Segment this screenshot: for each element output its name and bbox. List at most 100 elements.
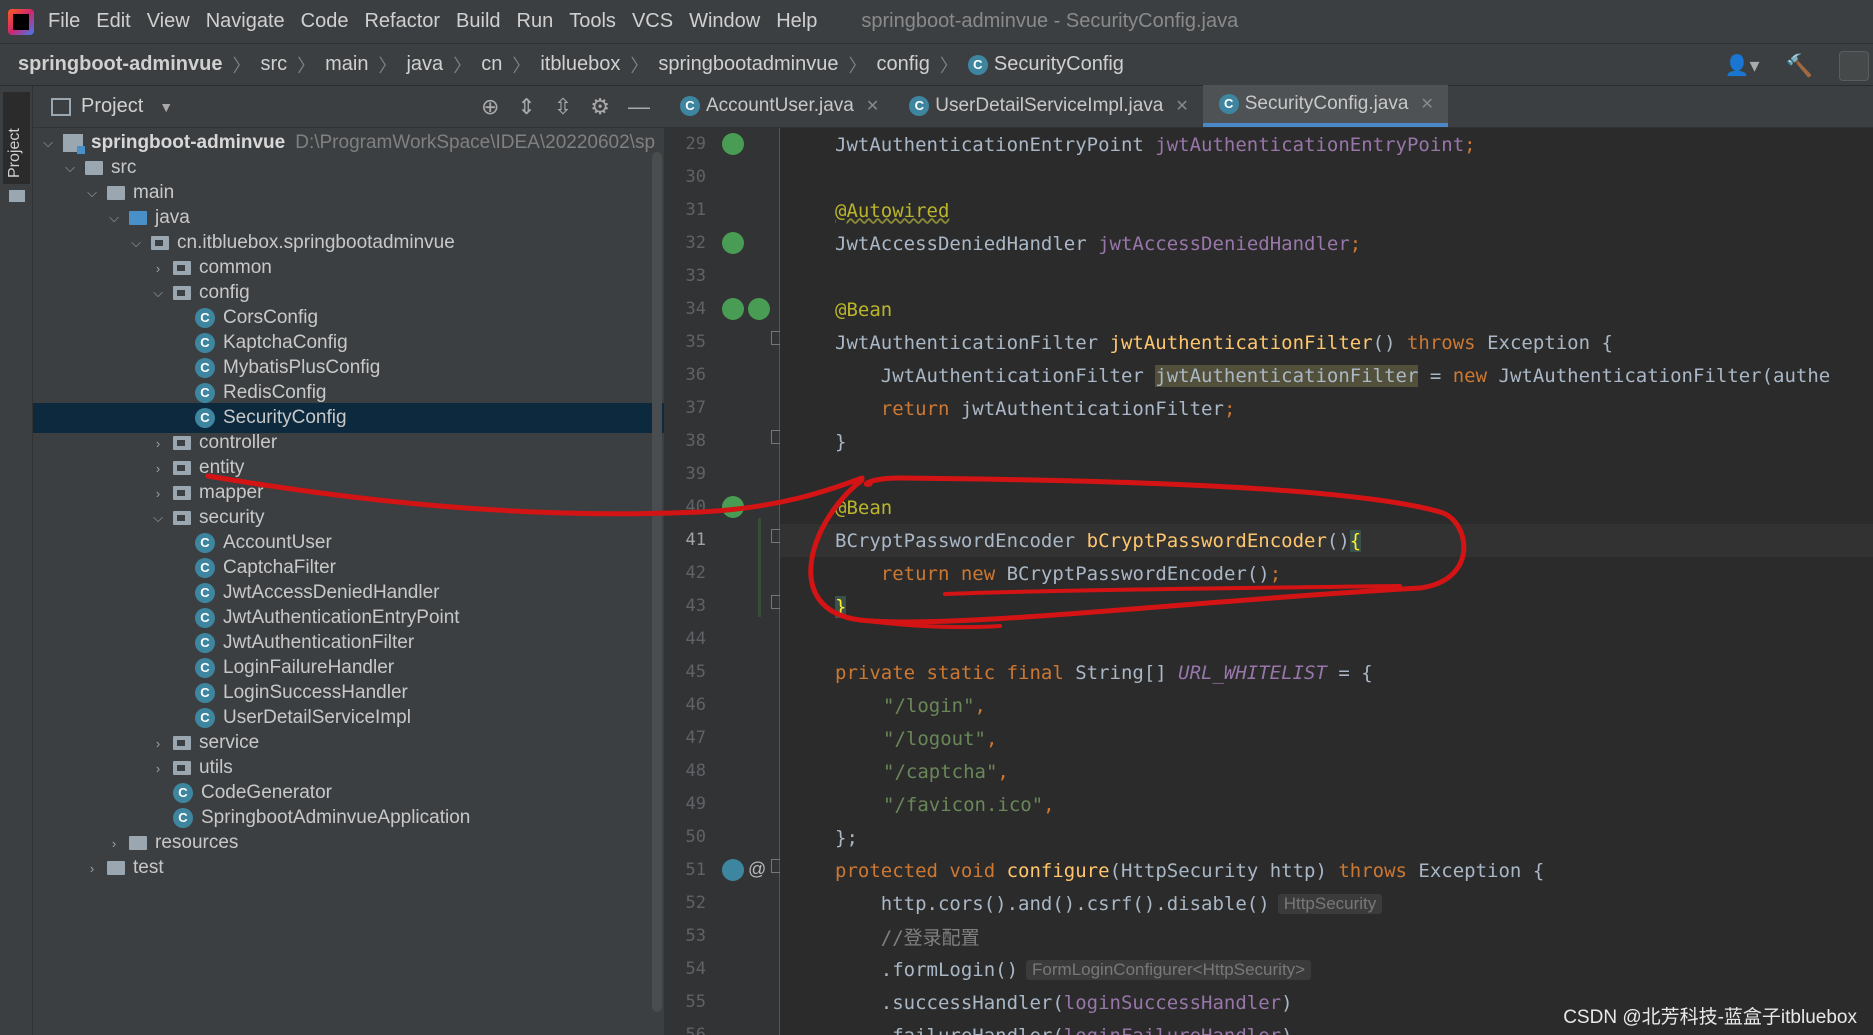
menu-tools[interactable]: Tools bbox=[569, 10, 616, 33]
spring-bean-gutter-icon[interactable] bbox=[722, 496, 744, 518]
breadcrumb-item[interactable]: itbluebox bbox=[540, 53, 620, 76]
menu-build[interactable]: Build bbox=[456, 10, 500, 33]
tree-label: java bbox=[155, 207, 190, 228]
collapse-all-icon[interactable]: ⇳ bbox=[554, 94, 572, 120]
tree-label: entity bbox=[199, 457, 245, 478]
chevron-down-icon[interactable]: ⌵ bbox=[149, 285, 167, 301]
breadcrumb-item[interactable]: main bbox=[325, 53, 368, 76]
chevron-right-icon: 〉 bbox=[630, 55, 649, 76]
chevron-right-icon[interactable]: › bbox=[149, 261, 167, 276]
hide-icon[interactable]: — bbox=[628, 94, 650, 120]
code-token: jwtAuthenticationEntryPoint bbox=[1155, 133, 1465, 156]
module-icon bbox=[63, 134, 85, 154]
chevron-right-icon[interactable]: › bbox=[149, 436, 167, 451]
build-hammer-icon[interactable]: 🔨 bbox=[1786, 53, 1813, 79]
spring-bean-gutter-icon[interactable] bbox=[722, 133, 744, 155]
close-icon[interactable]: ✕ bbox=[1420, 94, 1433, 114]
breadcrumb-item[interactable]: src bbox=[260, 53, 287, 76]
chevron-right-icon[interactable]: › bbox=[149, 736, 167, 751]
chevron-right-icon[interactable]: › bbox=[149, 486, 167, 501]
menu-view[interactable]: View bbox=[147, 10, 190, 33]
close-icon[interactable]: ✕ bbox=[866, 96, 879, 116]
code-line: private static final String[] URL_WHITEL… bbox=[780, 656, 1873, 689]
watermark: CSDN @北芳科技-蓝盒子itbluebox bbox=[1563, 1007, 1857, 1028]
intellij-logo-icon bbox=[8, 8, 34, 35]
code-line: http.cors().and().csrf().disable() HttpSe… bbox=[780, 887, 1873, 920]
tree-label: src bbox=[111, 157, 137, 178]
menu-help[interactable]: Help bbox=[776, 10, 817, 33]
override-method-icon[interactable] bbox=[722, 859, 744, 881]
tab-securityconfig[interactable]: C SecurityConfig.java ✕ bbox=[1202, 85, 1448, 127]
spring-bean-gutter-icon[interactable] bbox=[748, 298, 770, 320]
tree-label: RedisConfig bbox=[223, 382, 327, 403]
menu-navigate[interactable]: Navigate bbox=[206, 10, 285, 33]
code-line: //登录配置 bbox=[780, 920, 1873, 953]
line-number: 35 bbox=[685, 332, 706, 352]
menu-edit[interactable]: Edit bbox=[96, 10, 130, 33]
code-token: jwtAuthenticationFilter bbox=[949, 397, 1224, 420]
line-number: 42 bbox=[685, 563, 706, 583]
annotation-at-icon[interactable]: @ bbox=[748, 859, 766, 880]
code-token: JwtAuthenticationFilter bbox=[835, 364, 1156, 387]
code-line: } bbox=[780, 425, 1873, 458]
tab-accountuser[interactable]: C AccountUser.java ✕ bbox=[664, 85, 893, 127]
code-token: "/logout" bbox=[883, 727, 986, 750]
chevron-down-icon[interactable]: ▼ bbox=[159, 99, 173, 115]
chevron-down-icon[interactable]: ⌵ bbox=[61, 160, 79, 176]
code-token: BCryptPasswordEncoder bbox=[835, 529, 1087, 552]
code-token: Exception { bbox=[1406, 859, 1545, 882]
line-number: 47 bbox=[685, 728, 706, 748]
line-number: 40 bbox=[685, 497, 706, 517]
code-token: }; bbox=[835, 826, 858, 849]
breadcrumb-item[interactable]: cn bbox=[481, 53, 502, 76]
code-line: JwtAuthenticationEntryPoint jwtAuthentic… bbox=[835, 133, 1476, 156]
package-icon bbox=[151, 236, 169, 250]
inlay-hint: FormLoginConfigurer<HttpSecurity> bbox=[1026, 959, 1312, 980]
expand-all-icon[interactable]: ⇕ bbox=[517, 94, 535, 120]
tab-userdetailserviceimpl[interactable]: C UserDetailServiceImpl.java ✕ bbox=[893, 85, 1202, 127]
code-line: } bbox=[780, 590, 1873, 623]
code-editor[interactable]: JwtAuthenticationEntryPoint jwtAuthentic… bbox=[780, 128, 1873, 1035]
close-icon[interactable]: ✕ bbox=[1175, 96, 1188, 116]
spring-bean-gutter-icon[interactable] bbox=[722, 232, 744, 254]
chevron-right-icon[interactable]: › bbox=[83, 861, 101, 876]
tree-label: LoginSuccessHandler bbox=[223, 682, 408, 703]
menu-run[interactable]: Run bbox=[517, 10, 554, 33]
run-config-icon[interactable] bbox=[1839, 50, 1869, 81]
menu-file[interactable]: File bbox=[48, 10, 80, 33]
class-icon: C bbox=[195, 583, 215, 603]
code-token: new bbox=[1452, 364, 1488, 387]
menu-window[interactable]: Window bbox=[689, 10, 760, 33]
project-panel-title[interactable]: Project bbox=[81, 95, 143, 118]
tree-item-folder[interactable]: › test bbox=[33, 853, 664, 883]
chevron-down-icon[interactable]: ⌵ bbox=[105, 210, 123, 226]
breadcrumb-item[interactable]: springboot-adminvue bbox=[18, 53, 222, 76]
code-token: throws bbox=[1338, 859, 1407, 882]
user-icon[interactable]: 👤▾ bbox=[1725, 53, 1760, 78]
chevron-down-icon[interactable]: ⌵ bbox=[83, 185, 101, 201]
breadcrumb-current[interactable]: SecurityConfig bbox=[994, 53, 1124, 76]
project-scrollbar[interactable] bbox=[652, 152, 662, 1012]
chevron-right-icon[interactable]: › bbox=[149, 461, 167, 476]
chevron-down-icon[interactable]: ⌵ bbox=[149, 510, 167, 526]
code-token: String[] bbox=[1063, 661, 1179, 684]
locate-icon[interactable]: ⊕ bbox=[481, 94, 499, 120]
chevron-down-icon[interactable]: ⌵ bbox=[39, 135, 57, 151]
code-line: "/favicon.ico", bbox=[883, 793, 1055, 816]
tree-label: security bbox=[199, 507, 265, 528]
breadcrumb-item[interactable]: java bbox=[406, 53, 443, 76]
chevron-right-icon: 〉 bbox=[297, 55, 316, 76]
menu-code[interactable]: Code bbox=[301, 10, 349, 33]
menu-vcs[interactable]: VCS bbox=[632, 10, 673, 33]
tree-path: D:\ProgramWorkSpace\IDEA\20220602\sp bbox=[295, 132, 656, 153]
chevron-right-icon[interactable]: › bbox=[149, 761, 167, 776]
spring-bean-gutter-icon[interactable] bbox=[722, 298, 744, 320]
chevron-right-icon[interactable]: › bbox=[105, 836, 123, 851]
code-token: .failureHandler( bbox=[835, 1025, 1064, 1035]
chevron-down-icon[interactable]: ⌵ bbox=[127, 235, 145, 251]
gear-icon[interactable]: ⚙ bbox=[590, 94, 610, 120]
breadcrumb-item[interactable]: springbootadminvue bbox=[658, 53, 838, 76]
project-tool-label[interactable]: Project bbox=[6, 128, 24, 178]
breadcrumb-item[interactable]: config bbox=[877, 53, 930, 76]
menu-refactor[interactable]: Refactor bbox=[364, 10, 440, 33]
